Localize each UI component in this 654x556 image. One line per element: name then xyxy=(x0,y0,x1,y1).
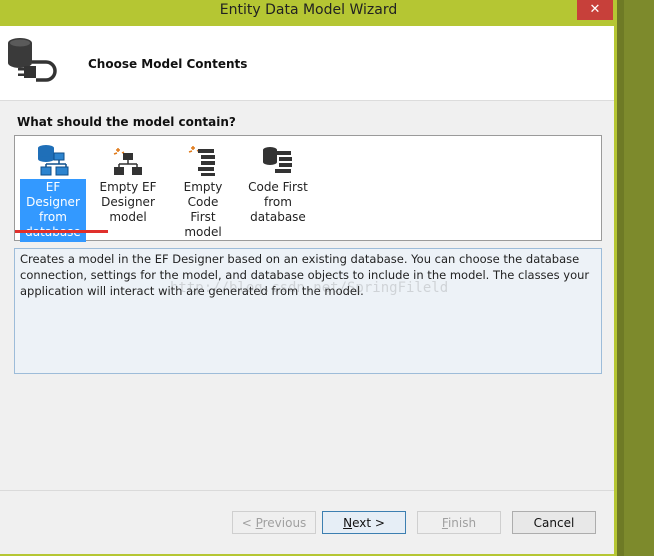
previous-label-rest: revious xyxy=(262,516,307,530)
finish-label-rest: inish xyxy=(447,516,477,530)
model-options-gallery: EF Designer from database xyxy=(14,135,602,242)
ef-designer-database-icon xyxy=(20,139,86,179)
cancel-button[interactable]: Cancel xyxy=(512,511,596,534)
model-content-question: What should the model contain? xyxy=(17,115,236,129)
previous-mnemonic: P xyxy=(255,516,263,530)
previous-prefix: < xyxy=(241,516,256,530)
empty-code-first-icon xyxy=(170,139,236,179)
close-button[interactable]: ✕ xyxy=(577,0,613,20)
option-label: Empty Code First model xyxy=(183,180,223,239)
wizard-header: Choose Model Contents xyxy=(0,26,614,101)
option-ef-designer-from-database[interactable]: EF Designer from database xyxy=(20,139,86,242)
empty-designer-icon xyxy=(95,139,161,179)
window-title: Entity Data Model Wizard xyxy=(219,2,398,18)
next-button[interactable]: Next > xyxy=(322,511,406,534)
desktop-background-strip xyxy=(617,0,654,556)
wizard-window: Entity Data Model Wizard ✕ Choose Model … xyxy=(0,0,617,556)
title-bar[interactable]: Entity Data Model Wizard ✕ xyxy=(0,0,617,25)
watermark-text: http://blog.csdn.net/SpringFileld xyxy=(170,280,449,296)
code-first-database-icon xyxy=(245,139,311,179)
database-plug-icon xyxy=(4,32,66,96)
option-empty-ef-designer-model[interactable]: Empty EF Designer model xyxy=(95,139,161,227)
previous-button[interactable]: < Previous xyxy=(232,511,316,534)
option-code-first-from-database[interactable]: Code First from database xyxy=(245,139,311,227)
finish-button[interactable]: Finish xyxy=(417,511,501,534)
option-label: Code First from database xyxy=(248,180,308,224)
wizard-footer: < Previous Next > Finish Cancel xyxy=(0,490,614,554)
option-description-box: Creates a model in the EF Designer based… xyxy=(14,248,602,374)
option-label: Empty EF Designer model xyxy=(99,180,157,224)
next-label-rest: ext > xyxy=(352,516,385,530)
page-title: Choose Model Contents xyxy=(88,57,248,71)
wizard-client-area: Choose Model Contents What should the mo… xyxy=(0,26,614,554)
next-mnemonic: N xyxy=(343,516,353,530)
option-empty-code-first-model[interactable]: Empty Code First model xyxy=(170,139,236,242)
selection-highlight-underline xyxy=(15,230,108,233)
